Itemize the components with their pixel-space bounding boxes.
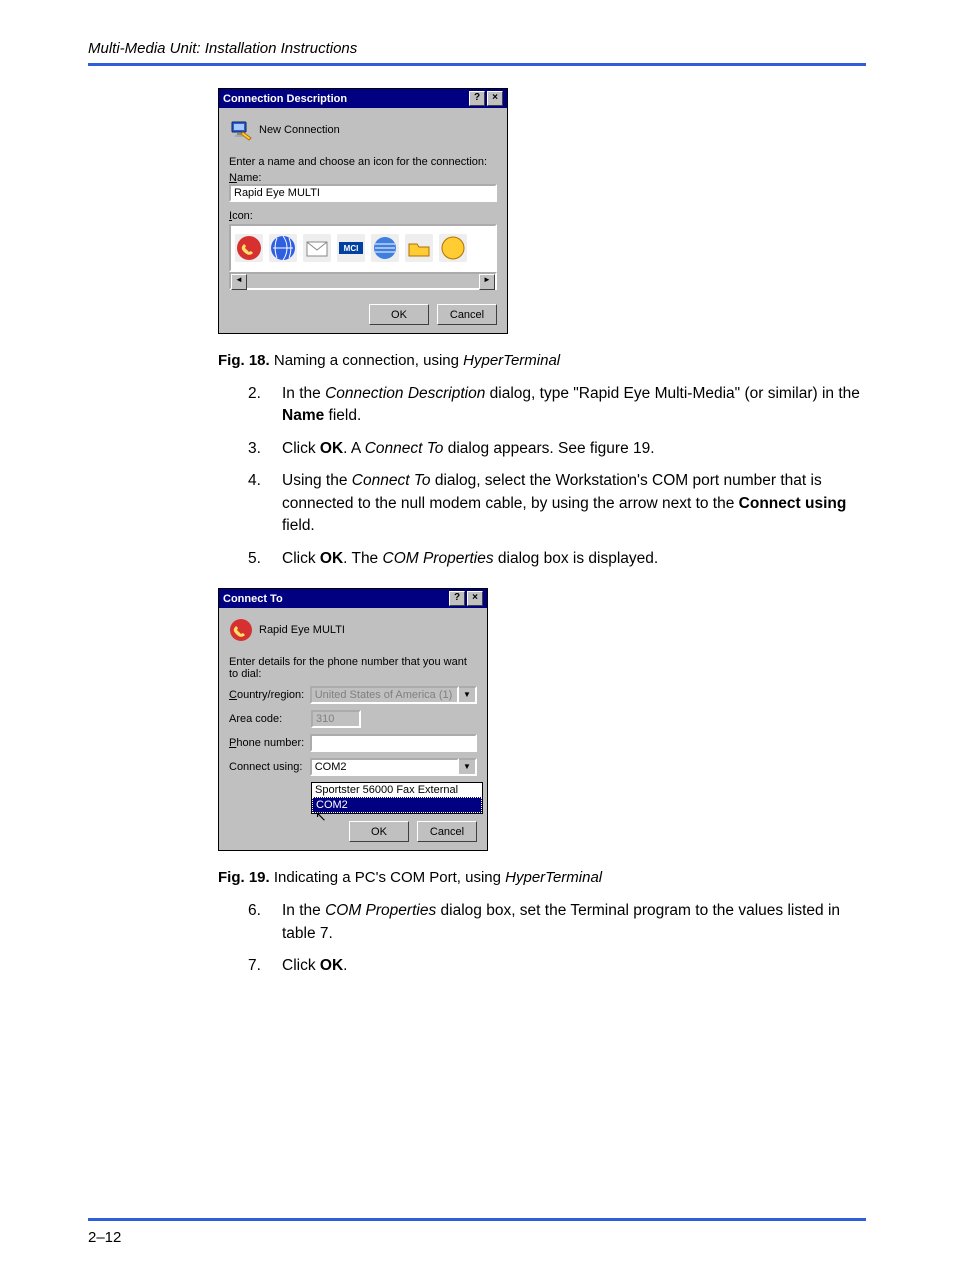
ok-button[interactable]: OK	[349, 821, 409, 842]
mail-icon[interactable]	[303, 234, 331, 262]
cancel-button[interactable]: Cancel	[417, 821, 477, 842]
step-6: 6. In the COM Properties dialog box, set…	[248, 900, 866, 945]
dropdown-option[interactable]: Sportster 56000 Fax External	[312, 783, 482, 797]
step-5: 5. Click OK. The COM Properties dialog b…	[248, 548, 866, 570]
figure-19-caption: Fig. 19. Indicating a PC's COM Port, usi…	[218, 869, 866, 886]
scroll-right-button[interactable]: ►	[479, 274, 495, 290]
connection-description-dialog: Connection Description ? × New Connectio	[218, 88, 508, 334]
rule-top	[88, 63, 866, 66]
connect-using-drop-button[interactable]: ▼	[459, 758, 477, 776]
fig18-label: Fig. 18.	[218, 352, 270, 369]
dialog-titlebar: Connect To ? ×	[219, 589, 487, 608]
close-button[interactable]: ×	[487, 91, 503, 106]
step-3: 3. Click OK. A Connect To dialog appears…	[248, 438, 866, 460]
country-label: Country/region:	[229, 689, 310, 701]
new-connection-label: New Connection	[259, 124, 340, 136]
mci-icon[interactable]: MCI	[337, 234, 365, 262]
phone-icon	[229, 618, 253, 642]
rule-bottom	[88, 1218, 866, 1221]
phone-label: Phone number:	[229, 737, 310, 749]
area-code-input[interactable]	[311, 710, 361, 728]
connect-using-dropdown[interactable]: Sportster 56000 Fax External COM2	[311, 782, 483, 814]
figure-18-caption: Fig. 18. Naming a connection, using Hype…	[218, 352, 866, 369]
page-number: 2–12	[88, 1229, 866, 1246]
icon-scrollbar[interactable]: ◄ ►	[229, 272, 497, 290]
close-button[interactable]: ×	[467, 591, 483, 606]
icon-label: Icon:	[229, 210, 497, 222]
hyperterminal-icon	[229, 118, 253, 142]
phone-icon[interactable]	[235, 234, 263, 262]
scroll-left-button[interactable]: ◄	[231, 274, 247, 290]
folder-icon[interactable]	[405, 234, 433, 262]
step-4: 4. Using the Connect To dialog, select t…	[248, 470, 866, 537]
dropdown-option-selected[interactable]: COM2	[312, 797, 482, 813]
cursor-icon: ↖	[315, 808, 327, 824]
connection-name: Rapid Eye MULTI	[259, 624, 345, 636]
ok-button[interactable]: OK	[369, 304, 429, 325]
dialog-prompt: Enter a name and choose an icon for the …	[229, 156, 497, 168]
running-header: Multi-Media Unit: Installation Instructi…	[88, 40, 866, 63]
globe-icon[interactable]	[269, 234, 297, 262]
step-7: 7. Click OK.	[248, 955, 866, 977]
icon-picker[interactable]: MCI	[229, 224, 497, 272]
steps-list-a: 2. In the Connection Description dialog,…	[248, 383, 866, 570]
help-button[interactable]: ?	[449, 591, 465, 606]
connect-using-select[interactable]	[310, 758, 459, 776]
att-icon[interactable]	[371, 234, 399, 262]
dialog-title: Connection Description	[223, 93, 469, 105]
name-label: Name:	[229, 172, 497, 184]
area-code-label: Area code:	[229, 713, 311, 725]
connect-using-label: Connect using:	[229, 761, 310, 773]
dialog-titlebar: Connection Description ? ×	[219, 89, 507, 108]
svg-text:MCI: MCI	[344, 244, 359, 253]
country-select[interactable]	[310, 686, 459, 704]
dialog-title: Connect To	[223, 593, 449, 605]
help-button[interactable]: ?	[469, 91, 485, 106]
phone-input[interactable]	[310, 734, 477, 752]
country-drop-button[interactable]: ▼	[459, 686, 477, 704]
cancel-button[interactable]: Cancel	[437, 304, 497, 325]
dialog-prompt: Enter details for the phone number that …	[229, 656, 477, 680]
connect-to-dialog: Connect To ? × Rapid Eye MULTI Enter det…	[218, 588, 488, 851]
generic-icon[interactable]	[439, 234, 467, 262]
name-input[interactable]	[229, 184, 497, 202]
fig19-label: Fig. 19.	[218, 869, 270, 886]
step-2: 2. In the Connection Description dialog,…	[248, 383, 866, 428]
steps-list-b: 6. In the COM Properties dialog box, set…	[248, 900, 866, 977]
